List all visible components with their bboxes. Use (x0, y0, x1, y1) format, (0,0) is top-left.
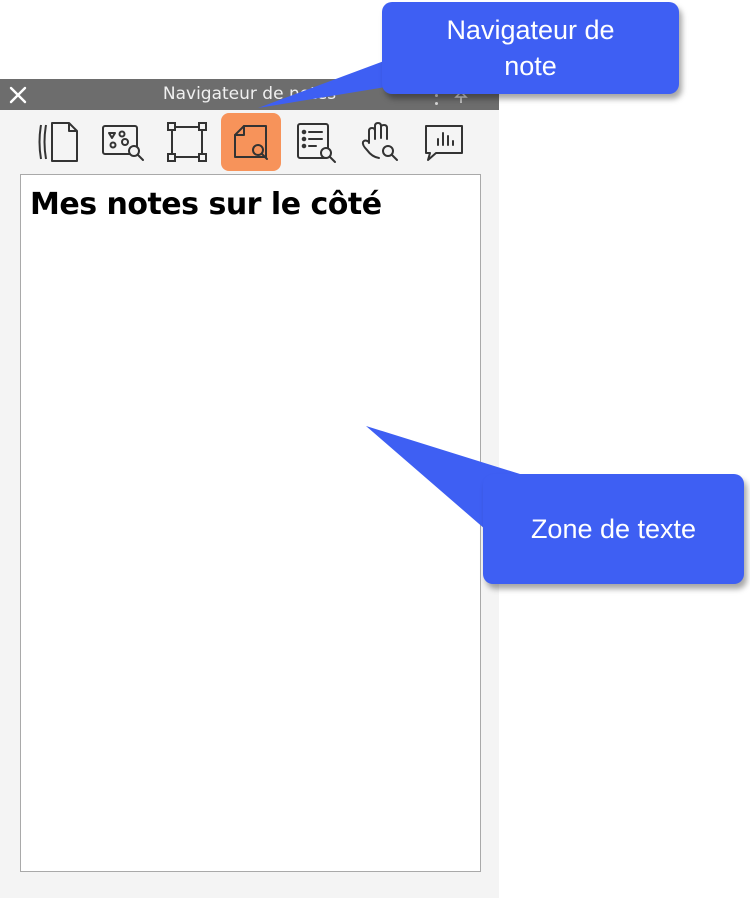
panel-toolbar (0, 110, 499, 173)
tool-frame-select[interactable] (157, 113, 217, 171)
tool-hand-search[interactable] (350, 113, 410, 171)
tool-image-search[interactable] (93, 113, 153, 171)
navigator-callout-text: Navigateur de note (446, 15, 615, 81)
tool-chart-comment[interactable] (414, 113, 474, 171)
text-zone-callout: Zone de texte (483, 474, 744, 584)
notes-navigator-panel: Navigateur de notes Mes notes sur le côt… (0, 79, 499, 898)
tool-note-navigator[interactable] (221, 113, 281, 171)
list-search-icon (297, 123, 336, 163)
image-search-icon (102, 125, 144, 161)
frame-select-icon (167, 122, 207, 162)
hand-search-icon (361, 122, 398, 161)
navigator-callout: Navigateur de note (382, 2, 679, 94)
tool-list-search[interactable] (286, 113, 346, 171)
text-zone-callout-text: Zone de texte (530, 514, 697, 544)
page-thumbnails-icon (38, 122, 78, 162)
note-navigator-icon (234, 125, 268, 160)
chart-comment-icon (425, 125, 463, 161)
notes-content: Mes notes sur le côté (30, 187, 382, 222)
tool-page-thumbnails[interactable] (28, 113, 88, 171)
notes-text-area[interactable]: Mes notes sur le côté (20, 174, 481, 872)
